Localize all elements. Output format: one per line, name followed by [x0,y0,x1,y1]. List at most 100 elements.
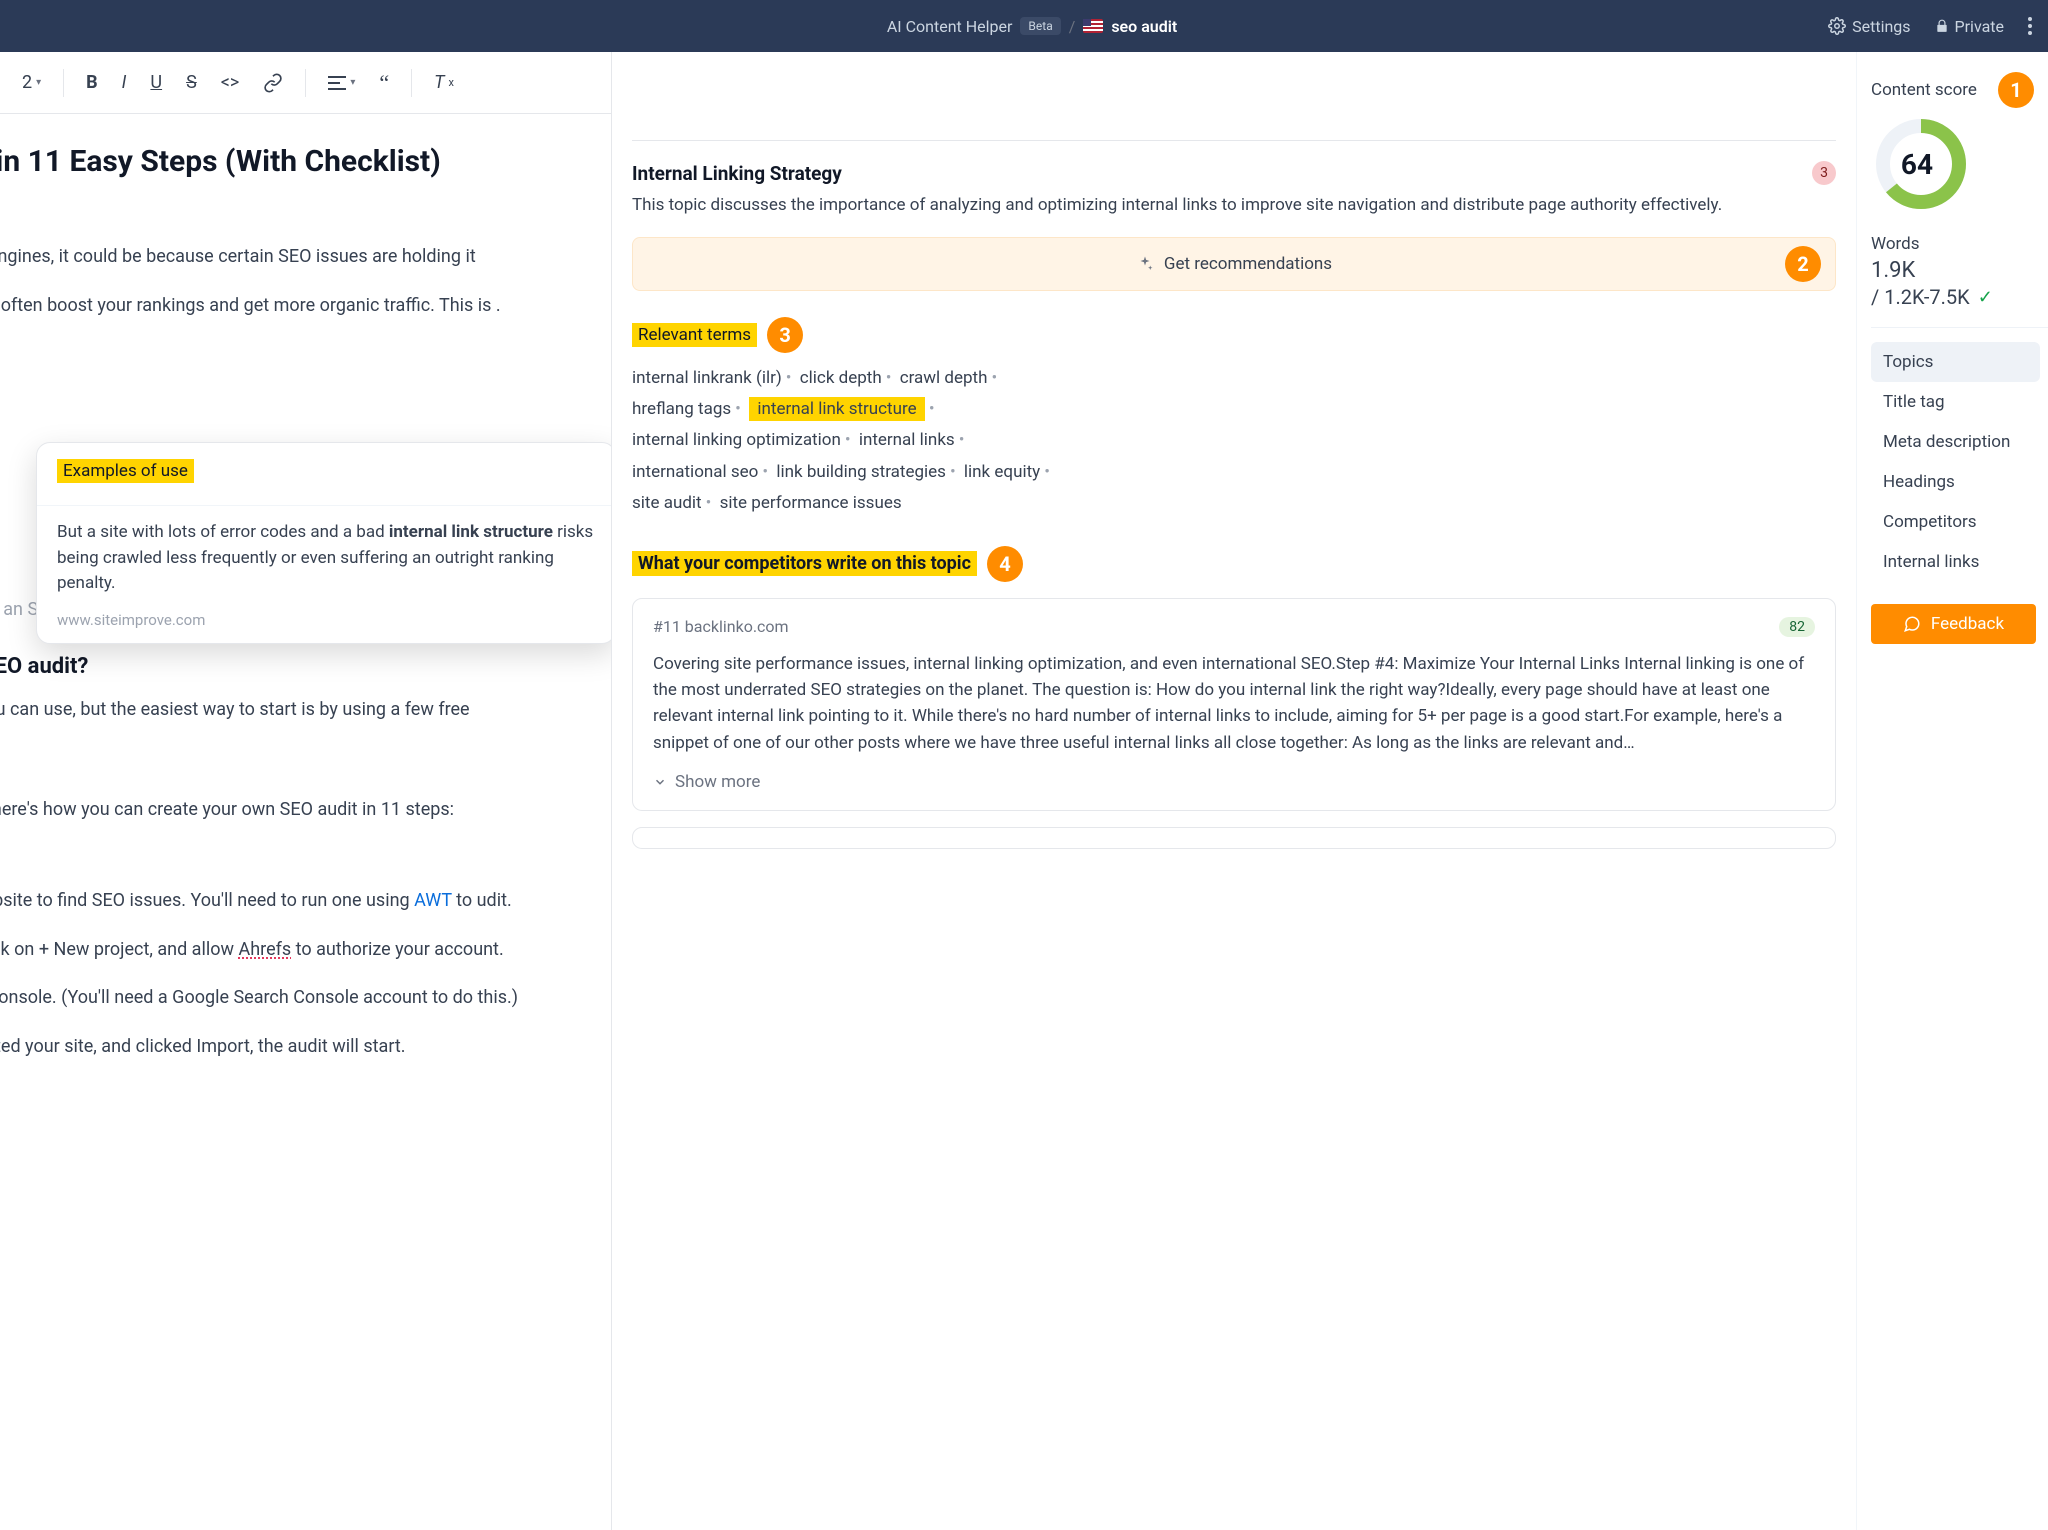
private-button[interactable]: Private [1935,17,2004,36]
competitors-label: What your competitors write on this topi… [632,551,977,576]
rec-label: Get recommendations [1164,254,1332,274]
link-button[interactable] [253,65,293,101]
strike-button[interactable]: S [176,64,207,101]
editor-pane: 2▾ B I U S <> ▾ “ Tx O Audit in 11 Easy … [0,52,612,1530]
keyword[interactable]: seo audit [1111,17,1177,36]
words-count: 1.9K [1871,258,2048,283]
term[interactable]: link building strategies [776,462,946,482]
popover-label: Examples of use [57,459,194,483]
content-score-donut: 64 [1871,118,1963,210]
topic-header: Internal Linking Strategy 3 [632,140,1836,185]
sidebar-item-competitors[interactable]: Competitors [1871,502,2040,542]
score-sidebar: Content score 1 64 Words 1.9K / 1.2K-7.5… [1856,52,2048,1530]
competitor-card: #11 backlinko.com 82 Covering site perfo… [632,598,1836,811]
words-label: Words [1871,234,2048,254]
sidebar-item-title-tag[interactable]: Title tag [1871,382,2040,422]
byline: by Ryan Law [0,192,611,219]
topic-description: This topic discusses the importance of a… [632,193,1836,219]
competitors-header: What your competitors write on this topi… [632,546,1836,582]
code-button[interactable]: <> [211,64,250,101]
example-text: But a site with lots of error codes and … [57,520,595,597]
sidebar-item-headings[interactable]: Headings [1871,462,2040,502]
align-button[interactable]: ▾ [318,68,365,98]
paragraph: ll optl prov [0,392,611,450]
topbar-actions: Settings Private [1828,17,2032,36]
caret-down-icon: ▾ [350,77,355,88]
sidebar-nav: Topics Title tag Meta description Headin… [1871,342,2048,582]
topic-title: Internal Linking Strategy [632,162,842,185]
term[interactable]: internal links [859,430,955,450]
topic-pane: Internal Linking Strategy 3 This topic d… [612,52,1856,1530]
competitor-source[interactable]: #11 backlinko.com [653,617,789,636]
term[interactable]: site performance issues [720,493,902,513]
feedback-button[interactable]: Feedback [1871,604,2036,644]
check-icon: ✓ [1978,287,1993,308]
quote-button[interactable]: “ [369,62,399,104]
paragraph: sues, you can often boost your rankings … [0,292,611,321]
toolbar-separator [411,69,412,97]
sidebar-item-topics[interactable]: Topics [1871,342,2040,382]
term[interactable]: link equity [964,462,1040,482]
terms-list: internal linkrank (ilr)• click depth• cr… [632,363,1836,520]
paragraph: ell in search engines, it could be becau… [0,243,611,272]
flag-icon [1083,19,1103,33]
sidebar-item-internal-links[interactable]: Internal links [1871,542,2040,582]
relevant-terms-label: Relevant terms [632,323,757,347]
heading: ? [0,345,611,380]
heading: dit [0,749,611,784]
highlighted-term[interactable]: internal link structure [749,397,925,421]
clear-format-button[interactable]: Tx [424,64,464,101]
paragraph: ogle Search Console. (You'll need a Goog… [0,984,611,1013]
term[interactable]: internal linking optimization [632,430,841,450]
word-count: Words 1.9K / 1.2K-7.5K ✓ [1871,234,2048,309]
competitor-text: Covering site performance issues, intern… [653,651,1815,756]
topbar-breadcrumb: AI Content Helper Beta / seo audit [236,17,1828,36]
private-label: Private [1955,17,2004,36]
competitor-score: 82 [1779,617,1815,637]
term[interactable]: click depth [800,368,882,388]
feedback-label: Feedback [1931,614,2004,634]
toolbar-separator [305,69,306,97]
beta-pill: Beta [1020,17,1060,35]
formatting-toolbar: 2▾ B I U S <> ▾ “ Tx [0,52,611,114]
gear-icon [1828,17,1846,35]
show-more-button[interactable]: Show more [653,772,1815,792]
words-range: / 1.2K-7.5K ✓ [1871,285,2048,309]
term[interactable]: site audit [632,493,702,513]
top-bar: AI Content Helper Beta / seo audit Setti… [0,0,2048,52]
heading-level-select[interactable]: 2▾ [12,64,51,101]
subheading: ebsite [0,845,611,877]
term[interactable]: international seo [632,462,758,482]
settings-button[interactable]: Settings [1828,17,1910,36]
topic-count-badge: 3 [1812,161,1836,185]
paragraph: audit tools you can use, but the easiest… [0,696,611,725]
annotation-badge-4: 4 [987,546,1023,582]
content-score-header: Content score 1 [1871,72,2048,108]
toolbar-separator [63,69,64,97]
paragraph: cans your website to find SEO issues. Yo… [0,887,611,916]
get-recommendations-button[interactable]: Get recommendations 2 [632,237,1836,291]
content-score-value: 64 [1871,118,1963,210]
paragraph: s differs, but here's how you can create… [0,796,611,825]
term[interactable]: internal linkrank (ilr) [632,368,782,388]
example-source: www.siteimprove.com [57,611,595,629]
annotation-badge-3: 3 [767,317,803,353]
competitor-card [632,827,1836,849]
relevant-terms-header: Relevant terms 3 [632,317,1836,353]
more-menu-button[interactable] [2028,17,2032,35]
underline-button[interactable]: U [140,64,172,101]
term[interactable]: crawl depth [900,368,988,388]
chevron-down-icon [653,775,667,789]
heading: ed for an SEO audit? [0,649,611,684]
bold-button[interactable]: B [76,64,108,101]
term[interactable]: hreflang tags [632,399,731,419]
settings-label: Settings [1852,17,1910,36]
link[interactable]: AWT [414,890,452,911]
italic-button[interactable]: I [112,64,137,101]
annotation-badge-2: 2 [1785,246,1821,282]
document-title: O Audit in 11 Easy Steps (With Checklist… [0,138,611,186]
sidebar-item-meta-description[interactable]: Meta description [1871,422,2040,462]
sparkle-icon [1136,255,1154,273]
chat-icon [1903,615,1921,633]
examples-popover: Examples of use But a site with lots of … [36,442,612,644]
